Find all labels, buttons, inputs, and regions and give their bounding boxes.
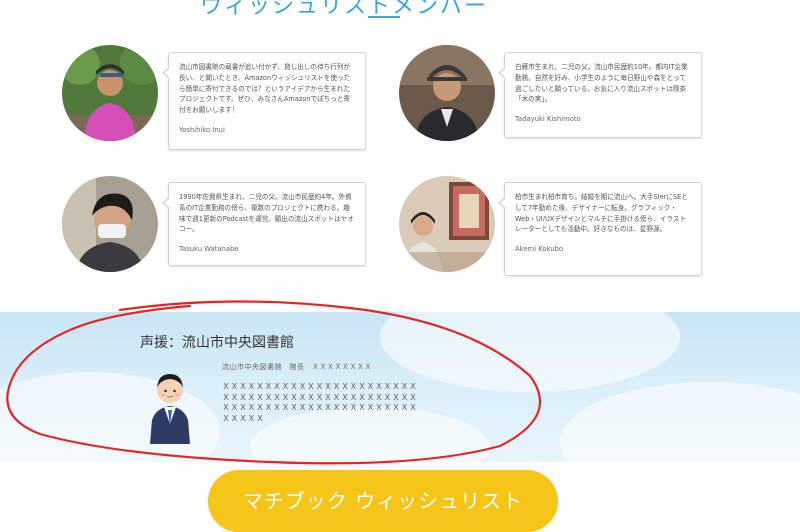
avatar-tasuku-watanabe	[62, 176, 158, 272]
staff-illustration-icon	[150, 374, 190, 444]
member-desc: 流山市図書館の蔵書が追い付かず、貸し出しの待ち行列が長い、と聞いたとき、Amaz…	[179, 63, 351, 115]
member-bubble-kishimoto: 白雁市生まれ、二児の父。流山市民歴約10年。都内IT企業勤務。自然を好み、小学生…	[498, 52, 702, 138]
member-desc: 柏市生まれ柏市育ち。結婚を期に流山へ。大手SIerにSEとして7年勤めた後、デザ…	[515, 193, 688, 234]
support-message: ＸＸＸＸＸＸＸＸＸＸＸＸＸＸＸＸＸＸＸＸＸＸＸＸＸＸＸＸＸＸＸＸＸＸＸＸＸＸＸＸ…	[222, 382, 418, 423]
section-title-underline	[368, 16, 400, 18]
member-name: Yoshihiko Inui	[179, 125, 225, 134]
avatar-akemi-kokubo	[399, 176, 495, 272]
section-title: ウィッシュリストメンバー	[200, 0, 489, 19]
member-desc: 白雁市生まれ、二児の父。流山市民歴約10年。都内IT企業勤務。自然を好み、小学生…	[515, 63, 688, 104]
support-title: 声援：流山市中央図書館	[140, 335, 294, 351]
wishlist-cta-button[interactable]: マチブック ウィッシュリスト	[208, 470, 558, 532]
member-name: Tadayuki Kishimoto	[515, 115, 581, 124]
member-bubble-inui: 流山市図書館の蔵書が追い付かず、貸し出しの待ち行列が長い、と聞いたとき、Amaz…	[162, 52, 366, 150]
background-cloud	[380, 312, 680, 392]
avatar-tadayuki-kishimoto	[399, 45, 495, 141]
member-desc: 1990年佐賀県生まれ、二児の父。流山市民歴約4年。外資系のIT企業勤務の傍ら、…	[179, 193, 354, 234]
background-cloud	[560, 382, 800, 462]
member-name: Akemi Kokubo	[515, 245, 563, 254]
member-bubble-watanabe: 1990年佐賀県生まれ、二児の父。流山市民歴約4年。外資系のIT企業勤務の傍ら、…	[162, 182, 366, 266]
avatar-yoshihiko-inui	[62, 45, 158, 141]
member-name: Tasuku Watanabe	[179, 245, 239, 254]
support-section: 声援：流山市中央図書館 流山市中央図書館 館長 ＸＸＸＸＸＸＸＸ ＸＸＸＸＸＸＸ…	[0, 312, 800, 462]
support-role: 流山市中央図書館 館長 ＸＸＸＸＸＸＸＸ	[222, 363, 372, 371]
member-bubble-kokubo: 柏市生まれ柏市育ち。結婚を期に流山へ。大手SIerにSEとして7年勤めた後、デザ…	[498, 182, 702, 276]
